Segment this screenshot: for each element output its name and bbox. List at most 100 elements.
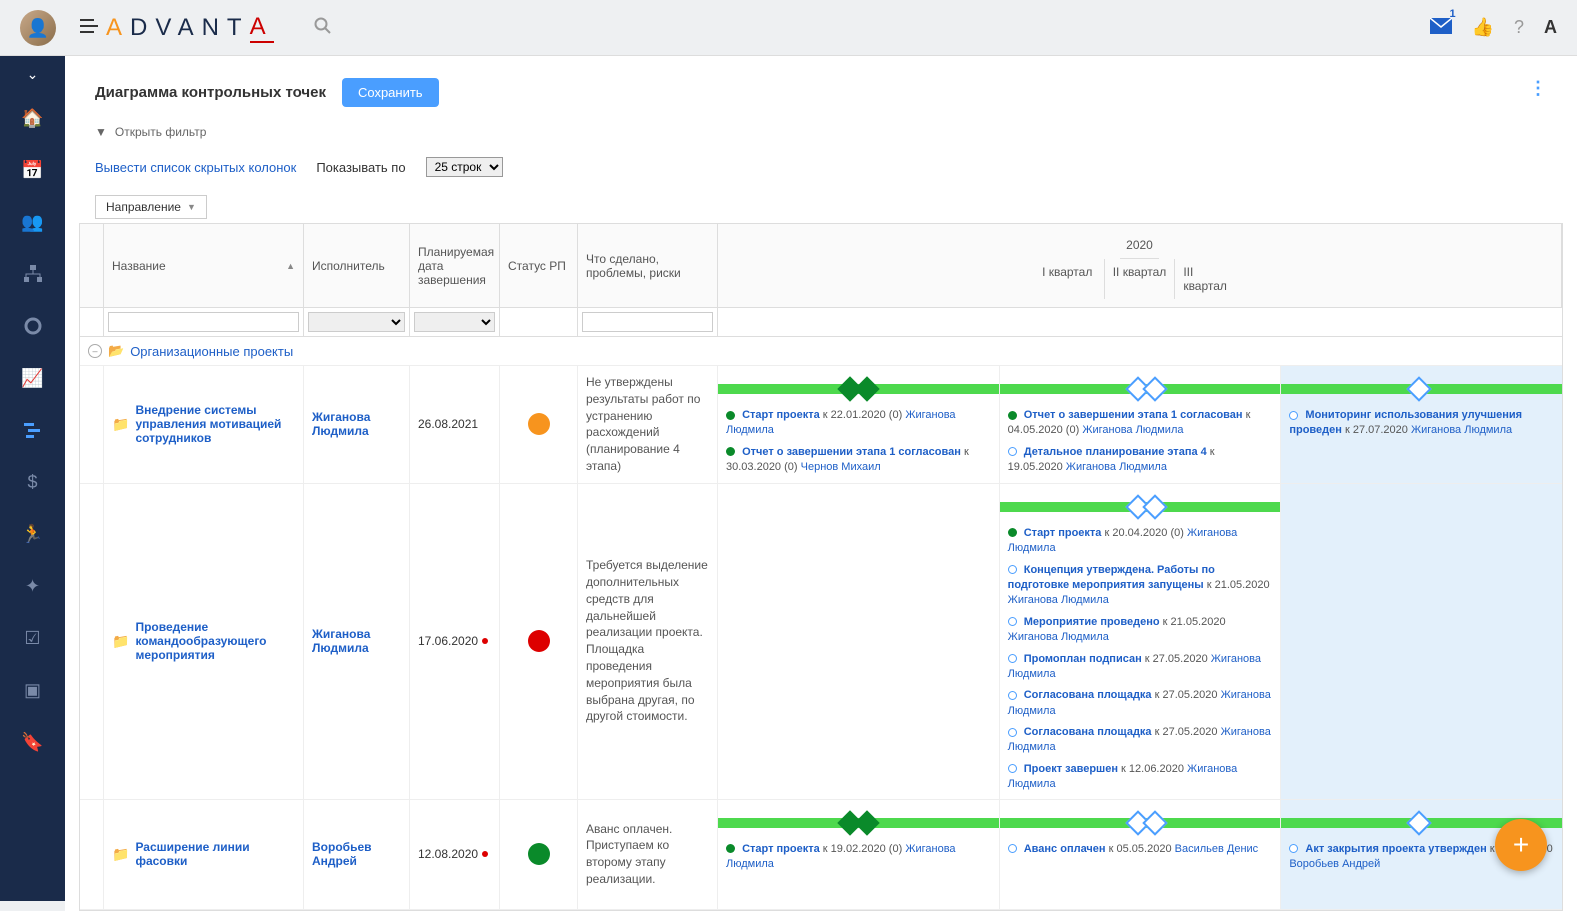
diamond-icon <box>1142 810 1167 835</box>
home-icon[interactable]: 🏠 <box>16 101 50 135</box>
th-expand <box>80 224 104 307</box>
checklist-icon[interactable]: ☑ <box>16 621 50 655</box>
date-value: 26.08.2021 <box>418 417 478 431</box>
milestone-date: к 05.05.2020 <box>1106 843 1172 855</box>
filter-exec-select[interactable] <box>308 312 405 332</box>
status-circle-icon <box>528 843 550 865</box>
cell-executor[interactable]: Жиганова Людмила <box>304 484 410 799</box>
diamond-icon <box>1407 376 1432 401</box>
milestone[interactable]: Согласована площадка к 27.05.2020 Жигано… <box>1008 688 1273 719</box>
save-button[interactable]: Сохранить <box>342 78 439 107</box>
milestone-dot-icon <box>1008 411 1017 420</box>
window-icon[interactable]: ▣ <box>16 673 50 707</box>
thumbs-up-icon[interactable]: 👍 <box>1472 17 1494 38</box>
th-executor[interactable]: Исполнитель <box>304 224 410 307</box>
milestone-dot-icon <box>1008 617 1017 626</box>
milestone-date: к 27.05.2020 <box>1142 653 1208 665</box>
bookmark-icon[interactable]: 🔖 <box>16 725 50 759</box>
search-icon[interactable] <box>314 17 332 38</box>
gantt-icon[interactable] <box>16 413 50 447</box>
cell-status <box>500 484 578 799</box>
cell-status <box>500 800 578 909</box>
th-name[interactable]: Название ▲ <box>104 224 304 307</box>
menu-toggle-icon[interactable] <box>80 19 98 36</box>
diamond-icon <box>855 376 880 401</box>
cell-name[interactable]: 📁 Проведение командообразующего мероприя… <box>104 484 304 799</box>
hierarchy-icon[interactable] <box>16 257 50 291</box>
cell-name[interactable]: 📁 Внедрение системы управления мотивацие… <box>104 366 304 483</box>
milestone-person: Жиганова Людмила <box>1082 424 1183 436</box>
q1-col <box>718 484 1000 799</box>
chart-icon[interactable]: 📈 <box>16 361 50 395</box>
milestone-dot-icon <box>726 411 735 420</box>
plus-sparkle-icon[interactable]: ✦ <box>16 569 50 603</box>
status-circle-icon <box>528 630 550 652</box>
milestone[interactable]: Согласована площадка к 27.05.2020 Жигано… <box>1008 725 1273 756</box>
milestone-count: (0) <box>1170 527 1183 539</box>
task-name: Расширение линии фасовки <box>135 840 295 868</box>
hidden-columns-link[interactable]: Вывести список скрытых колонок <box>95 160 296 175</box>
milestone-title: Отчет о завершении этапа 1 согласован <box>742 446 961 458</box>
milestone-title: Старт проекта <box>1024 527 1102 539</box>
avatar[interactable]: 👤 <box>20 10 56 46</box>
chevron-down-icon[interactable]: ⌄ <box>27 66 39 83</box>
milestone[interactable]: Мероприятие проведено к 21.05.2020 Жиган… <box>1008 615 1273 646</box>
diamond-icon <box>1407 810 1432 835</box>
milestone[interactable]: Проект завершен к 12.06.2020 Жиганова Лю… <box>1008 762 1273 793</box>
group-row[interactable]: – 📂 Организационные проекты <box>80 337 1562 366</box>
filter-timeline <box>718 308 1562 336</box>
filter-date-select[interactable] <box>414 312 495 332</box>
show-by-label: Показывать по <box>316 160 405 175</box>
th-planned-date[interactable]: Планируемая дата завершения <box>410 224 500 307</box>
sort-asc-icon: ▲ <box>286 261 295 271</box>
people-icon[interactable]: 👥 <box>16 205 50 239</box>
diamond-icon <box>1142 376 1167 401</box>
milestone[interactable]: Старт проекта к 19.02.2020 (0) Жиганова … <box>726 842 991 873</box>
more-vertical-icon[interactable]: ⋮ <box>1529 78 1547 99</box>
th-status[interactable]: Статус РП <box>500 224 578 307</box>
date-value: 17.06.2020 <box>418 634 478 648</box>
dollar-icon[interactable]: $ <box>16 465 50 499</box>
milestone[interactable]: Промоплан подписан к 27.05.2020 Жиганова… <box>1008 652 1273 683</box>
q2-col: Отчет о завершении этапа 1 согласован к … <box>1000 366 1282 483</box>
milestone[interactable]: Отчет о завершении этапа 1 согласован к … <box>726 445 991 476</box>
logo: ADVANTA <box>106 13 274 43</box>
filter-notes-input[interactable] <box>582 312 713 332</box>
filter-name-input[interactable] <box>108 312 299 332</box>
milestone[interactable]: Отчет о завершении этапа 1 согласован к … <box>1008 408 1273 439</box>
add-fab[interactable]: + <box>1495 819 1547 871</box>
filter-exec <box>304 308 410 336</box>
cell-executor[interactable]: Жиганова Людмила <box>304 366 410 483</box>
mail-icon[interactable]: 1 <box>1430 18 1452 37</box>
milestone-dot-icon <box>1008 447 1017 456</box>
milestone[interactable]: Детальное планирование этапа 4 к 19.05.2… <box>1008 445 1273 476</box>
running-icon[interactable]: 🏃 <box>16 517 50 551</box>
milestone-person: Чернов Михаил <box>801 461 881 473</box>
milestone[interactable]: Старт проекта к 20.04.2020 (0) Жиганова … <box>1008 526 1273 557</box>
cell-timeline: Старт проекта к 19.02.2020 (0) Жиганова … <box>718 800 1562 909</box>
folder-icon: 📂 <box>108 343 124 359</box>
cell-name[interactable]: 📁 Расширение линии фасовки <box>104 800 304 909</box>
cell-executor[interactable]: Воробьев Андрей <box>304 800 410 909</box>
milestone-count: (0) <box>889 843 902 855</box>
app-icon[interactable]: A <box>1544 17 1557 38</box>
milestone[interactable]: Старт проекта к 22.01.2020 (0) Жиганова … <box>726 408 991 439</box>
milestone[interactable]: Мониторинг использования улучшения прове… <box>1289 408 1554 439</box>
milestone[interactable]: Концепция утверждена. Работы по подготов… <box>1008 563 1273 609</box>
rows-per-page-select[interactable]: 25 строк <box>426 157 503 177</box>
collapse-icon[interactable]: – <box>88 344 102 358</box>
cell-date: 12.08.2020 <box>410 800 500 909</box>
q3-col: Мониторинг использования улучшения прове… <box>1281 366 1562 483</box>
task-name: Проведение командообразующего мероприяти… <box>135 620 295 662</box>
milestone-person: Воробьев Андрей <box>1289 858 1380 870</box>
grouping-chip[interactable]: Направление ▼ <box>95 195 207 219</box>
milestone[interactable]: Аванс оплачен к 05.05.2020 Васильев Дени… <box>1008 842 1273 857</box>
milestone-count: (0) <box>784 461 797 473</box>
open-filter-row[interactable]: ▼ Открыть фильтр <box>65 117 1577 147</box>
help-icon[interactable]: ? <box>1514 17 1524 38</box>
cell-timeline: Старт проекта к 20.04.2020 (0) Жиганова … <box>718 484 1562 799</box>
calendar-icon[interactable]: 📅 <box>16 153 50 187</box>
th-notes[interactable]: Что сделано, проблемы, риски <box>578 224 718 307</box>
th-q1: I квартал <box>1034 259 1105 299</box>
donut-icon[interactable] <box>16 309 50 343</box>
